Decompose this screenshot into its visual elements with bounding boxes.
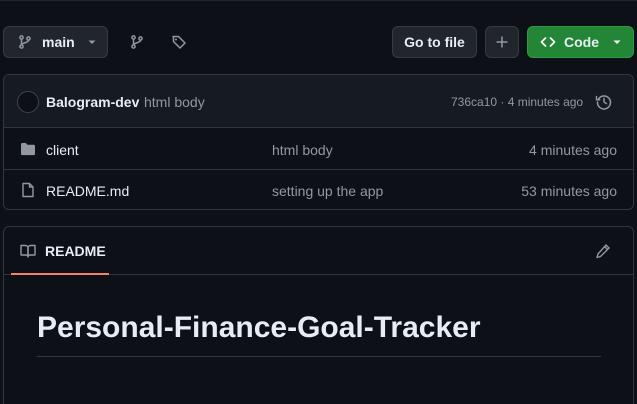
tab-readme[interactable]: README xyxy=(11,227,109,275)
file-name[interactable]: client xyxy=(46,142,79,158)
plus-icon xyxy=(496,36,508,48)
go-to-file-label: Go to file xyxy=(404,34,465,50)
tag-icon[interactable] xyxy=(171,34,187,50)
branch-selector-button[interactable]: main xyxy=(3,26,108,58)
top-divider xyxy=(0,0,637,1)
branches-icon[interactable] xyxy=(129,34,145,50)
readme-header: README xyxy=(4,227,633,275)
readme-title: Personal-Finance-Goal-Tracker xyxy=(37,311,481,344)
file-age: 4 minutes ago xyxy=(529,142,617,158)
go-to-file-button[interactable]: Go to file xyxy=(392,26,477,58)
file-name[interactable]: README.md xyxy=(46,183,129,199)
file-listing: Balogram-dev html body 736ca10 · 4 minut… xyxy=(3,74,634,210)
file-commit-message[interactable]: html body xyxy=(272,142,333,158)
file-age: 53 minutes ago xyxy=(521,183,617,199)
avatar[interactable] xyxy=(17,91,39,113)
pencil-icon[interactable] xyxy=(595,243,611,259)
caret-down-icon xyxy=(613,40,621,44)
commit-meta[interactable]: 736ca10 · 4 minutes ago xyxy=(451,95,583,109)
readme-panel: README Personal-Finance-Goal-Tracker xyxy=(3,226,634,404)
list-item[interactable]: README.md setting up the app 53 minutes … xyxy=(4,170,633,209)
code-button[interactable]: Code xyxy=(527,26,634,58)
commit-message[interactable]: html body xyxy=(144,94,205,110)
title-divider xyxy=(37,356,601,357)
code-label: Code xyxy=(564,34,599,50)
list-item[interactable]: client html body 4 minutes ago xyxy=(4,129,633,170)
add-file-button[interactable] xyxy=(485,26,519,58)
repository-page: main Go to file Code Balogram-dev html b… xyxy=(0,0,637,404)
git-branch-icon xyxy=(19,35,31,49)
latest-commit-row: Balogram-dev html body 736ca10 · 4 minut… xyxy=(4,75,633,128)
branch-label: main xyxy=(42,34,75,50)
folder-icon xyxy=(21,143,35,156)
caret-down-icon xyxy=(88,40,96,44)
commit-author[interactable]: Balogram-dev xyxy=(46,94,139,110)
history-icon[interactable] xyxy=(595,93,613,111)
readme-tab-label: README xyxy=(45,243,106,259)
file-commit-message[interactable]: setting up the app xyxy=(272,183,383,199)
file-icon xyxy=(22,182,34,198)
code-icon xyxy=(540,37,556,47)
book-icon xyxy=(20,244,36,258)
